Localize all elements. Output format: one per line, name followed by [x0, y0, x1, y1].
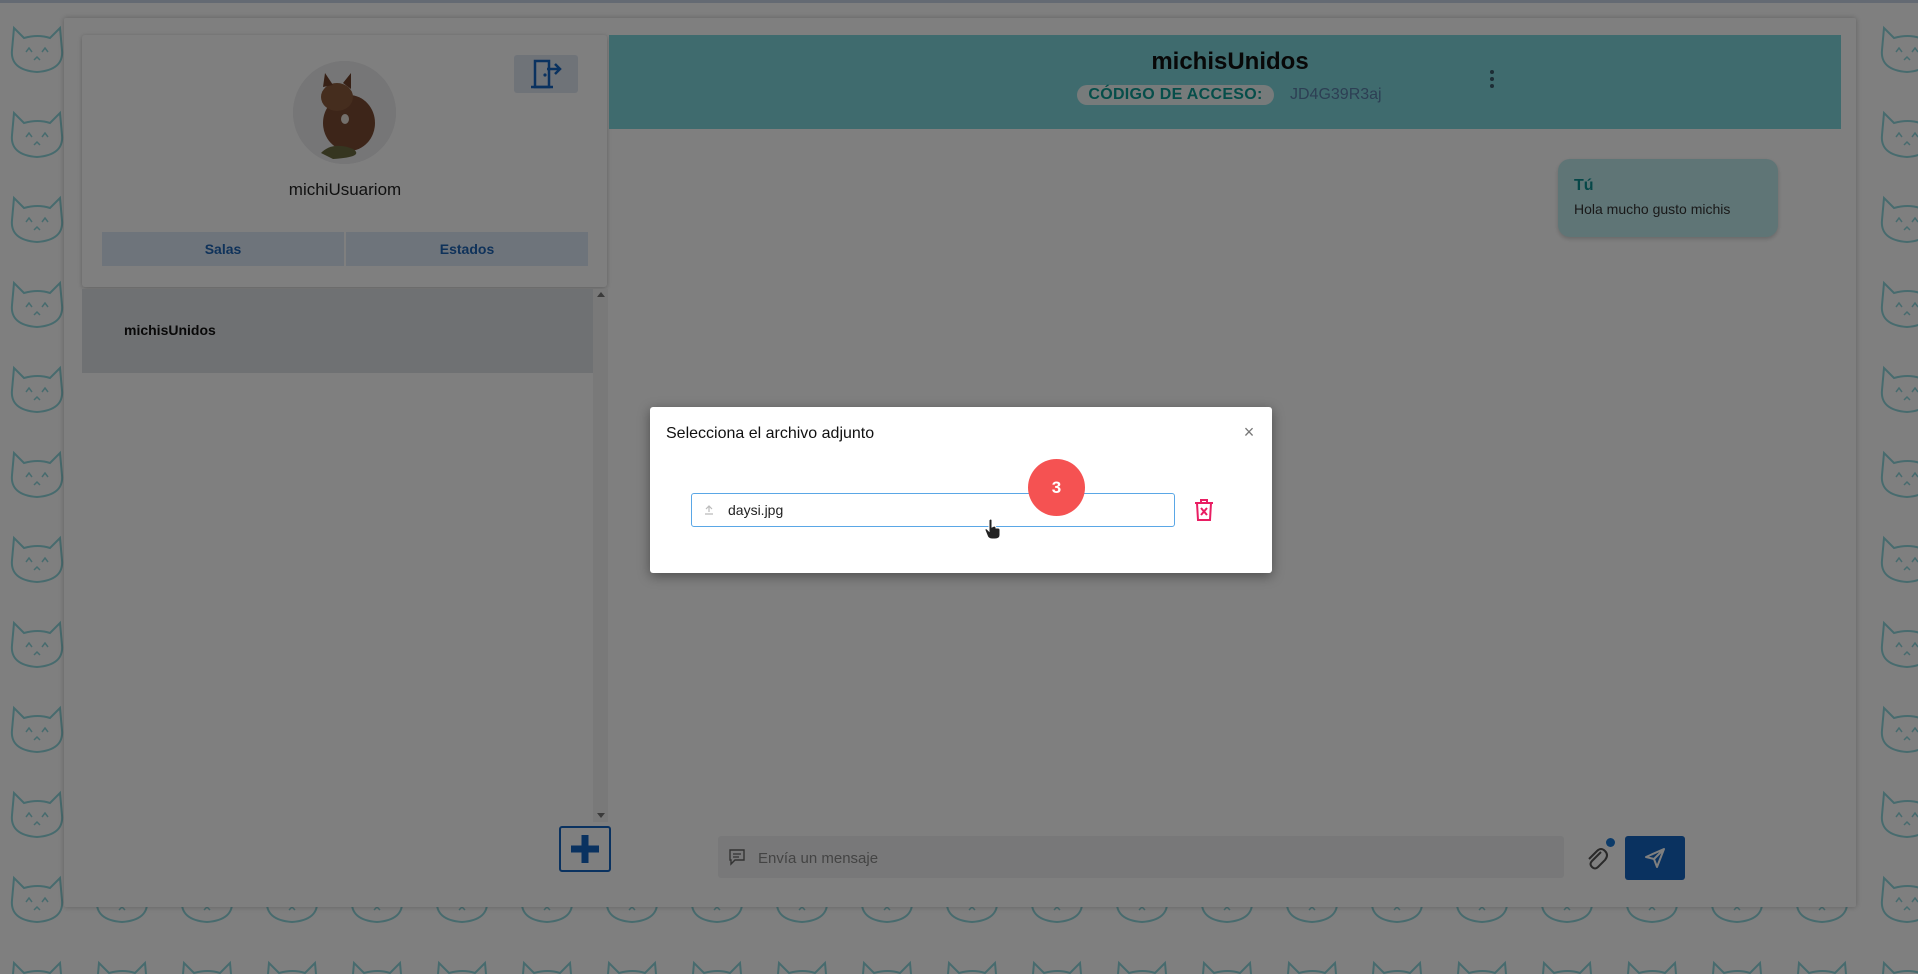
close-icon[interactable]: ×: [1240, 423, 1258, 441]
attachment-modal: Selecciona el archivo adjunto × daysi.jp…: [650, 407, 1272, 573]
trash-icon[interactable]: [1193, 498, 1215, 522]
hand-cursor-icon: [984, 518, 1001, 540]
upload-icon: [705, 505, 713, 515]
step-badge: 3: [1028, 459, 1085, 516]
file-upload-field[interactable]: daysi.jpg: [691, 493, 1175, 527]
file-name: daysi.jpg: [728, 502, 784, 518]
modal-title: Selecciona el archivo adjunto: [666, 425, 875, 442]
